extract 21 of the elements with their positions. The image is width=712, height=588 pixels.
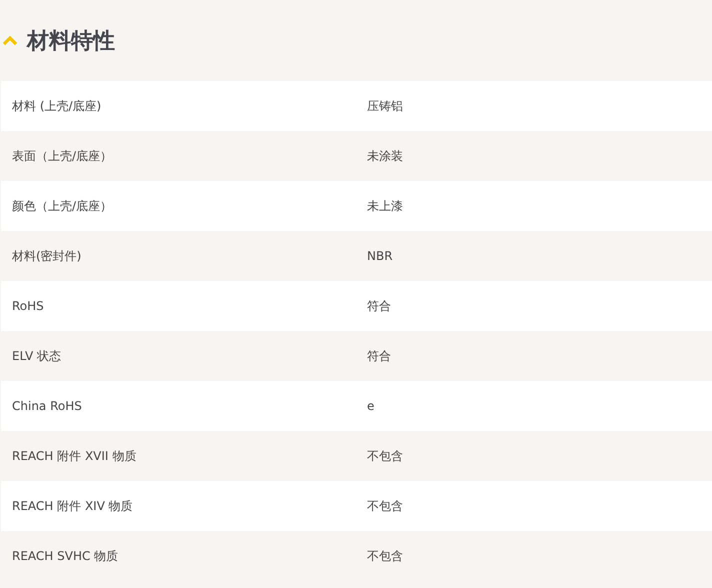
property-value: 压铸铝	[367, 98, 403, 114]
property-name: ELV 状态	[11, 348, 62, 364]
property-name: REACH 附件 XIV 物质	[11, 498, 134, 514]
property-value: 未上漆	[367, 198, 403, 214]
property-name: RoHS	[11, 299, 45, 313]
property-value: 不包含	[367, 498, 403, 514]
property-value: 不包含	[367, 448, 403, 464]
property-name: REACH 附件 XVII 物质	[11, 448, 138, 464]
property-value: e	[367, 399, 374, 413]
property-name: REACH SVHC 物质	[11, 548, 120, 564]
property-value: 符合	[367, 298, 391, 314]
property-name: 材料(密封件)	[11, 248, 82, 264]
property-value: 未涂装	[367, 148, 403, 164]
property-value: 符合	[367, 348, 391, 364]
section-title: 材料特性	[27, 28, 115, 56]
property-name: 颜色（上壳/底座）	[11, 198, 114, 214]
property-name: China RoHS	[11, 399, 83, 413]
property-value: NBR	[367, 249, 393, 263]
property-name: 材料 (上壳/底座)	[11, 98, 102, 114]
property-name: 表面（上壳/底座）	[11, 148, 114, 164]
property-value: 不包含	[367, 548, 403, 564]
